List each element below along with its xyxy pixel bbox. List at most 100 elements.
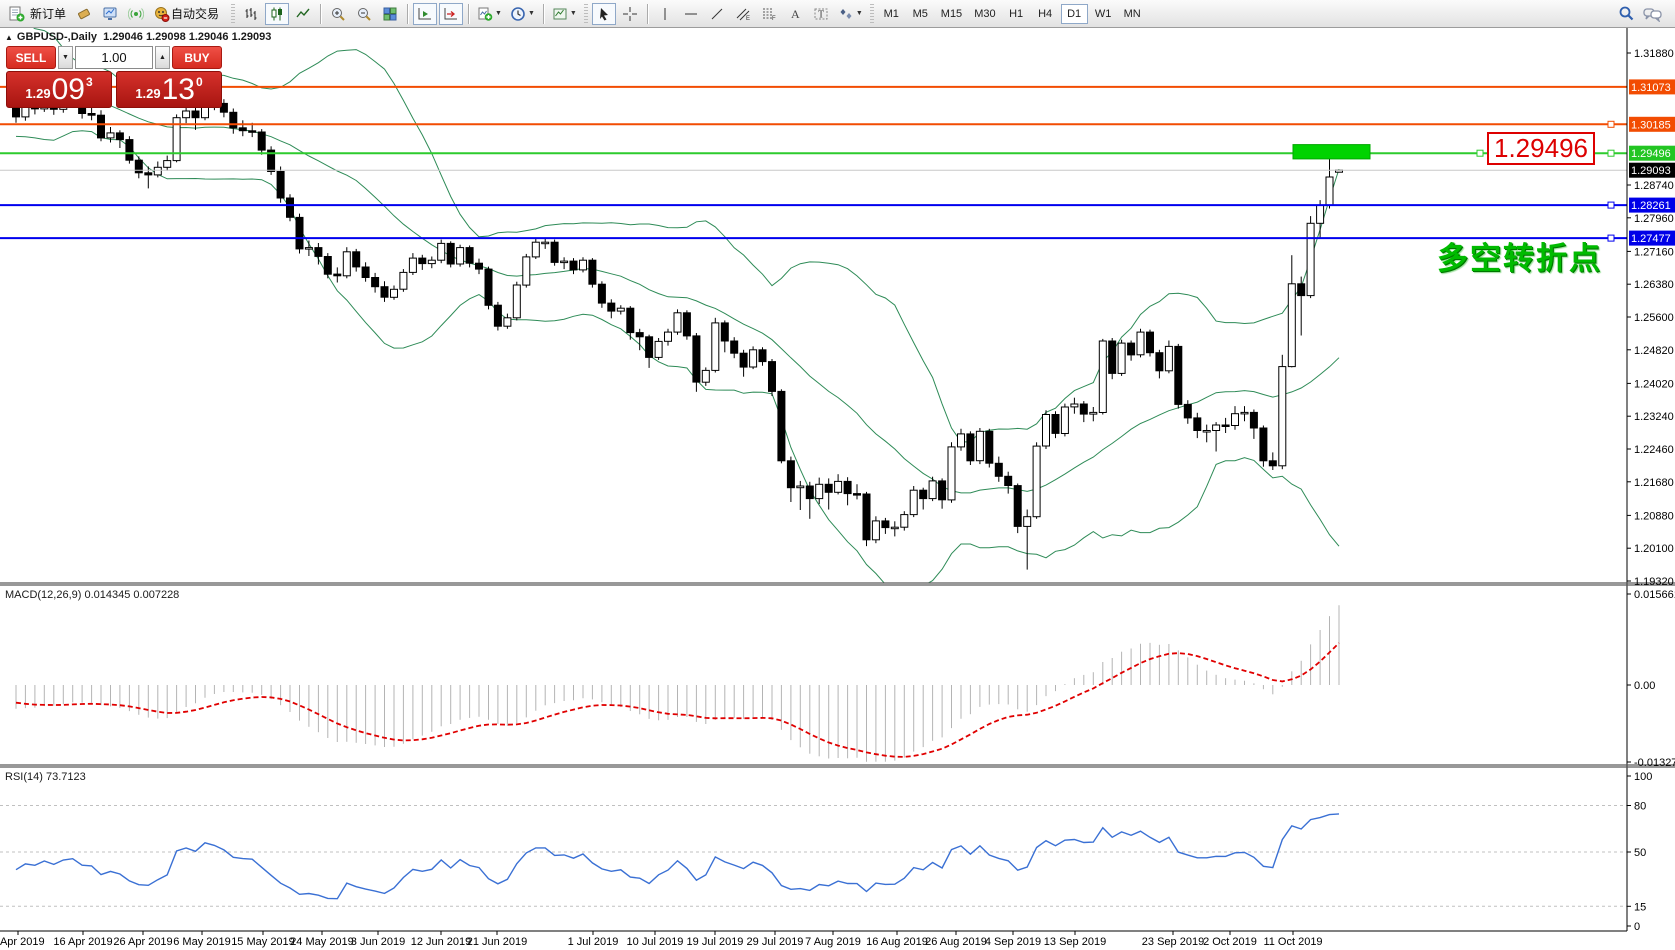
timeframe-w1-button[interactable]: W1 [1090, 4, 1117, 24]
price-callout-label[interactable]: 1.29496 [1487, 132, 1595, 165]
svg-text:1.20880: 1.20880 [1634, 510, 1674, 522]
highlight-rectangle-object[interactable] [1293, 145, 1370, 159]
search-button[interactable] [1614, 3, 1638, 25]
candle [343, 252, 350, 276]
autotrading-label: 自动交易 [171, 5, 219, 22]
svg-text:0.00: 0.00 [1634, 680, 1655, 692]
candle [891, 527, 898, 529]
line-anchor[interactable] [1608, 235, 1614, 241]
timeframe-d1-button[interactable]: D1 [1061, 4, 1088, 24]
timeframe-m15-button[interactable]: M15 [936, 4, 967, 24]
volume-input[interactable]: 1.00 [75, 46, 153, 69]
timeframe-mn-button[interactable]: MN [1119, 4, 1146, 24]
market-watch-button[interactable] [98, 3, 122, 25]
add-indicator-button[interactable]: ▼ [474, 3, 505, 25]
candles-layer [13, 94, 1343, 569]
line-anchor[interactable] [1477, 150, 1483, 156]
chart-shift-button[interactable] [439, 3, 463, 25]
volume-decrease-button[interactable]: ▼ [58, 46, 73, 69]
timeframe-h4-button[interactable]: H4 [1032, 4, 1059, 24]
vertical-line-icon [657, 6, 673, 22]
candle [1024, 517, 1031, 527]
periods-button[interactable]: ▼ [507, 3, 538, 25]
buy-price-pips: 13 [162, 75, 195, 105]
line-anchor[interactable] [1608, 202, 1614, 208]
arrow-shapes-button[interactable]: ▼ [835, 3, 866, 25]
toolbar: 新订单 自动交易 [0, 0, 1675, 28]
candlestick-type-button[interactable] [265, 3, 289, 25]
trend-line-tool-button[interactable] [705, 3, 729, 25]
candle [428, 260, 435, 263]
candle [598, 284, 605, 303]
price-axis[interactable]: 1.318801.287401.279601.271601.263801.256… [1627, 48, 1675, 588]
svg-text:7 Aug 2019: 7 Aug 2019 [805, 936, 861, 948]
price-axis-badge: 1.30185 [1629, 117, 1675, 132]
candle [362, 267, 369, 278]
sell-price-pips: 09 [52, 75, 85, 105]
buy-price-tile[interactable]: 1.29130 [116, 71, 222, 108]
candle [485, 269, 492, 305]
line-anchor[interactable] [1608, 150, 1614, 156]
rsi-line [16, 814, 1339, 899]
svg-text:16 Aug 2019: 16 Aug 2019 [866, 936, 928, 948]
candle [1298, 284, 1305, 296]
sell-button[interactable]: SELL [6, 46, 56, 69]
candle [116, 133, 123, 140]
timeframe-m1-button[interactable]: M1 [878, 4, 905, 24]
time-axis[interactable]: 7 Apr 201916 Apr 201926 Apr 20196 May 20… [0, 931, 1323, 948]
candle [447, 243, 454, 264]
signal-button[interactable] [124, 3, 148, 25]
candle [239, 128, 246, 131]
svg-text:1.27477: 1.27477 [1631, 233, 1671, 245]
chart-canvas[interactable]: 1.318801.287401.279601.271601.263801.256… [0, 0, 1675, 950]
equidistant-channel-tool-button[interactable]: E [731, 3, 755, 25]
volume-increase-button[interactable]: ▲ [155, 46, 170, 69]
candle [457, 248, 464, 264]
auto-scroll-button[interactable] [413, 3, 437, 25]
candle [1279, 367, 1286, 466]
text-label-tool-button[interactable]: T [809, 3, 833, 25]
chart-template-button[interactable]: ▼ [549, 3, 580, 25]
zoom-in-button[interactable] [326, 3, 350, 25]
svg-text:1.29496: 1.29496 [1631, 148, 1671, 160]
chart-annotation-text[interactable]: 多空转折点 [1437, 233, 1602, 278]
line-chart-type-button[interactable] [291, 3, 315, 25]
svg-text:10 Jul 2019: 10 Jul 2019 [627, 936, 684, 948]
candle [967, 434, 974, 461]
new-order-button[interactable] [4, 3, 28, 25]
timeframe-m5-button[interactable]: M5 [907, 4, 934, 24]
crosshair-tool-button[interactable] [618, 3, 642, 25]
text-tool-button[interactable]: A [783, 3, 807, 25]
chat-button[interactable] [1640, 3, 1665, 25]
sell-price-tile[interactable]: 1.29093 [6, 71, 112, 108]
candle [1137, 332, 1144, 355]
candle [797, 486, 804, 488]
toolbar-grip[interactable] [870, 4, 874, 24]
timeframe-h1-button[interactable]: H1 [1003, 4, 1030, 24]
vertical-line-tool-button[interactable] [653, 3, 677, 25]
toolbar-grip[interactable] [584, 4, 588, 24]
candle [135, 160, 142, 173]
trade-panel-controls: SELL ▼ 1.00 ▲ BUY [6, 46, 222, 69]
zoom-out-button[interactable] [352, 3, 376, 25]
new-order-label[interactable]: 新订单 [30, 5, 66, 22]
horizontal-line-tool-button[interactable] [679, 3, 703, 25]
fibonacci-tool-button[interactable]: F [757, 3, 781, 25]
buy-button[interactable]: BUY [172, 46, 222, 69]
candle [476, 263, 483, 269]
tile-windows-button[interactable] [378, 3, 402, 25]
toolbar-separator [320, 4, 321, 24]
line-anchor[interactable] [1608, 121, 1614, 127]
toolbar-grip[interactable] [231, 4, 235, 24]
crosshair-icon [622, 6, 638, 22]
collapse-panel-icon[interactable]: ▲ [5, 33, 13, 42]
eraser-button[interactable] [72, 3, 96, 25]
cursor-tool-button[interactable] [592, 3, 616, 25]
svg-text:21 Jun 2019: 21 Jun 2019 [467, 936, 528, 948]
candle [976, 431, 983, 460]
candle [391, 289, 398, 297]
cursor-icon [596, 6, 612, 22]
autotrading-button[interactable]: 自动交易 [150, 3, 227, 25]
timeframe-m30-button[interactable]: M30 [969, 4, 1000, 24]
bar-chart-type-button[interactable] [239, 3, 263, 25]
